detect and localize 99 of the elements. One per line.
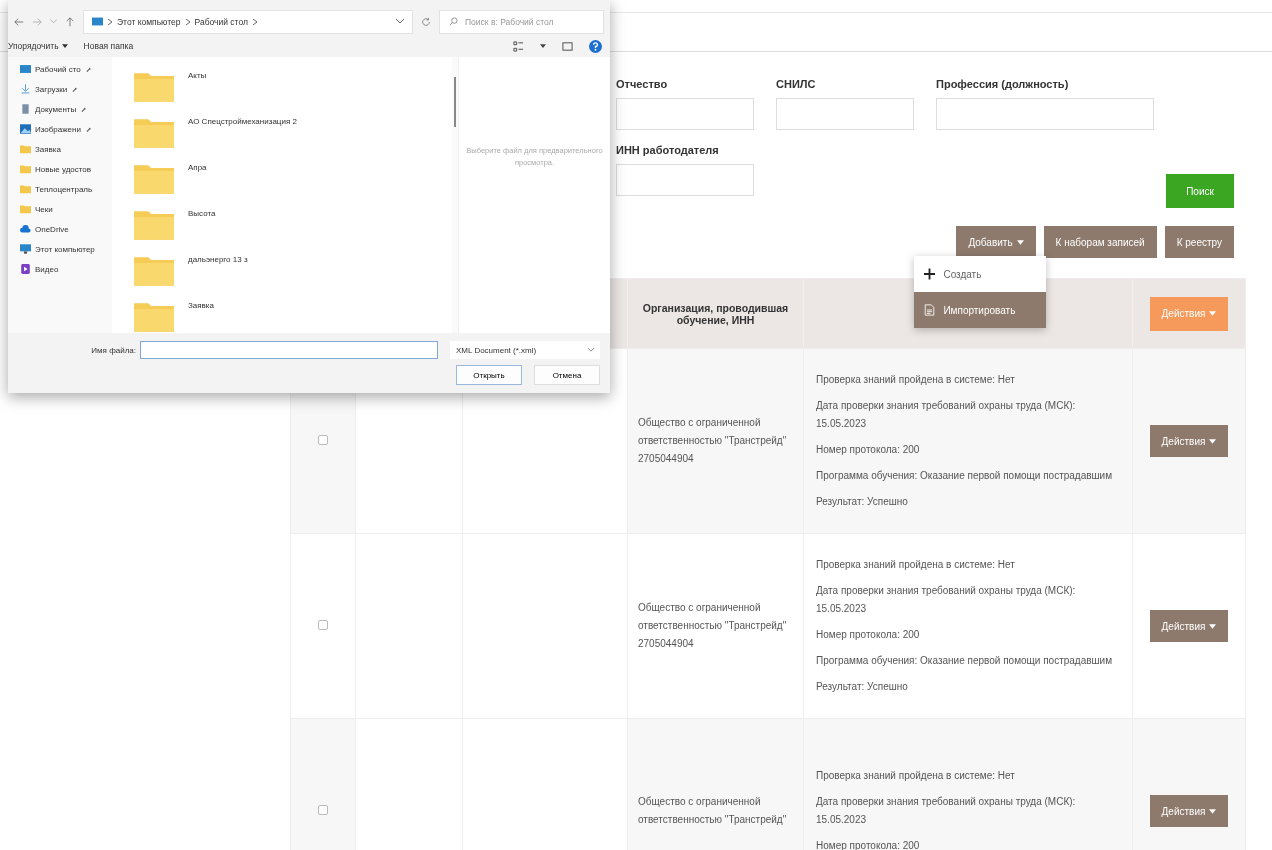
folder-item[interactable]: Заявка [134, 295, 452, 333]
caret-icon [61, 44, 68, 49]
preview-pane-icon[interactable] [562, 40, 573, 52]
field-label: СНИЛС [776, 78, 817, 90]
detail-text: Проверка знаний пройдена в системе: Нет [816, 769, 1016, 783]
column-header: Организация, проводившая обучение, ИНН [642, 301, 789, 326]
video-icon [20, 264, 31, 274]
document-icon [924, 304, 936, 316]
detail-text: Программа обучения: Оказание первой помощи пострадавшим [816, 654, 1114, 668]
actions-button[interactable]: Действия [1149, 610, 1229, 642]
address-bar[interactable]: Этот компьютер Рабочий стол [83, 9, 413, 34]
row-checkbox[interactable] [318, 805, 328, 815]
download-icon [20, 84, 31, 94]
detail-text: Дата проверки знания требований охраны труда (МСК): 15.05.2023 [816, 584, 1077, 616]
folder-item[interactable]: Высота [134, 203, 452, 249]
document-icon [20, 104, 31, 114]
folder-icon [20, 204, 31, 214]
sidebar-item[interactable]: Документы [8, 99, 112, 119]
actions-button[interactable]: Действия [1149, 795, 1229, 827]
sidebar-item[interactable]: Рабочий сто [8, 59, 112, 79]
chevron-right-icon [108, 18, 112, 25]
organize-menu[interactable]: Упорядочить [8, 41, 68, 52]
chevron-right-icon [185, 18, 190, 25]
cancel-button[interactable]: Отмена [534, 365, 600, 385]
filename-label: Имя файла: [91, 345, 136, 355]
table-cell: Общество с ограниченной ответственностью "Транстрейд" 2705044904 [638, 417, 787, 464]
caret-icon[interactable] [540, 44, 546, 49]
input-field[interactable] [776, 98, 914, 130]
row-checkbox[interactable] [318, 435, 328, 445]
cloud-icon [20, 224, 31, 234]
dropdown-button[interactable]: Добавить [956, 226, 1036, 258]
plus-icon [924, 268, 936, 280]
detail-text: Номер протокола: 200 [816, 443, 921, 457]
file-type-dropdown[interactable]: XML Document (*.xml) [450, 341, 600, 359]
input-field[interactable] [936, 98, 1154, 130]
row-checkbox[interactable] [318, 620, 328, 630]
sidebar-item[interactable]: Изображени [8, 119, 112, 139]
sidebar-item[interactable]: Видео [8, 259, 112, 279]
folder-icon [20, 164, 31, 174]
caret-icon [1209, 808, 1217, 814]
back-icon[interactable] [14, 16, 24, 27]
picture-icon [20, 124, 31, 134]
folder-icon [134, 71, 174, 102]
folder-icon [134, 117, 174, 148]
menu-item[interactable]: Создать [914, 256, 1047, 292]
input-field[interactable] [616, 98, 754, 130]
caret-icon [1209, 623, 1217, 629]
field-label: Отчество [616, 78, 669, 90]
folder-item[interactable]: АО Спецстроймеханизация 2 [134, 111, 452, 157]
monitor-icon [20, 244, 31, 254]
folder-item[interactable]: Акты [134, 65, 452, 111]
field-label: ИНН работодателя [616, 144, 720, 156]
detail-text: Дата проверки знания требований охраны труда (МСК): 15.05.2023 [816, 399, 1077, 431]
sidebar-item[interactable]: Заявка [8, 139, 112, 159]
up-arrow-icon[interactable] [65, 16, 75, 27]
caret-icon [1209, 438, 1217, 444]
field-label: Профессия (должность) [936, 78, 1070, 90]
folder-icon [134, 301, 174, 332]
input-field[interactable] [616, 164, 754, 196]
search-icon [448, 17, 459, 27]
folder-icon [20, 184, 31, 194]
view-icon[interactable] [513, 40, 524, 52]
sidebar-item[interactable]: Чеки [8, 199, 112, 219]
folder-icon [134, 255, 174, 286]
caret-icon [1209, 311, 1217, 316]
folder-item[interactable]: Апра [134, 157, 452, 203]
folder-icon [20, 144, 31, 154]
detail-text: Проверка знаний пройдена в системе: Нет [816, 373, 1016, 387]
detail-text: Номер протокола: 200 [816, 628, 921, 642]
monitor-icon [20, 64, 31, 74]
sidebar-item[interactable]: Загрузки [8, 79, 112, 99]
detail-text: Результат: Успешно [816, 495, 909, 509]
sidebar-item[interactable]: Теплоцентраль [8, 179, 112, 199]
detail-text: Программа обучения: Оказание первой помощи пострадавшим [816, 469, 1114, 483]
nav-button[interactable]: К реестру [1164, 226, 1234, 258]
refresh-icon[interactable] [421, 16, 431, 27]
sidebar-item[interactable]: Новые удостов [8, 159, 112, 179]
folder-icon [134, 163, 174, 194]
forward-icon[interactable] [32, 16, 42, 27]
chevron-right-icon [252, 18, 257, 25]
help-icon[interactable] [589, 39, 602, 53]
folder-item[interactable]: дальэнерго 13 з [134, 249, 452, 295]
nav-button[interactable]: К наборам записей [1043, 226, 1157, 258]
open-button[interactable]: Открыть [456, 365, 522, 385]
monitor-icon [92, 17, 103, 27]
menu-item[interactable]: Импортировать [914, 292, 1047, 328]
detail-text: Результат: Успешно [816, 680, 909, 694]
detail-text: Дата проверки знания требований охраны труда (МСК): 15.05.2023 [816, 795, 1077, 827]
sidebar-item[interactable]: OneDrive [8, 219, 112, 239]
new-folder-button[interactable]: Новая папка [83, 41, 134, 52]
actions-button[interactable]: Действия [1149, 425, 1229, 457]
chevron-down-icon[interactable] [396, 19, 404, 25]
filename-field[interactable] [140, 341, 438, 359]
table-cell: Общество с ограниченной ответственностью "Транстрейд" 2705044904 [638, 602, 787, 649]
folder-icon [134, 209, 174, 240]
sidebar-item[interactable]: Этот компьютер [8, 239, 112, 259]
table-cell: Общество с ограниченной ответственностью "Транстрейд" [638, 796, 787, 825]
detail-text: Проверка знаний пройдена в системе: Нет [816, 558, 1016, 572]
chevron-down-icon [588, 348, 594, 352]
